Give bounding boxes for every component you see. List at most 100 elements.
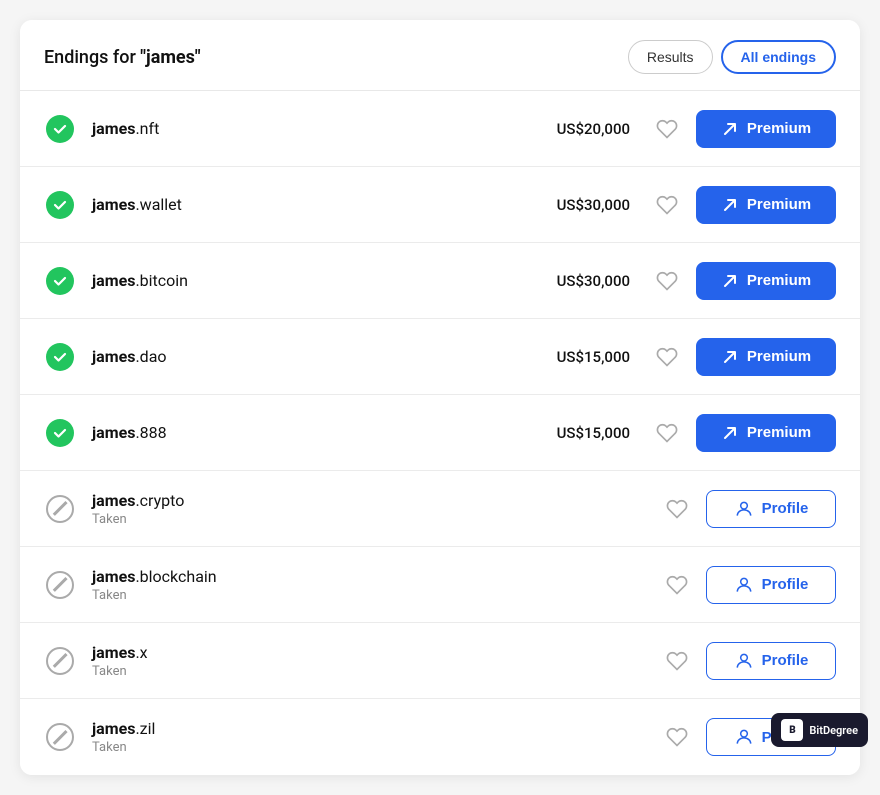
- domain-full-name: james.wallet: [92, 195, 520, 214]
- favorite-button[interactable]: [650, 264, 684, 298]
- domain-base: james: [92, 119, 135, 138]
- profile-button[interactable]: Profile: [706, 642, 836, 680]
- header-actions: Results All endings: [628, 40, 836, 74]
- domain-ext: .wallet: [135, 195, 181, 214]
- domain-name-wrap: james.bitcoin: [92, 271, 520, 290]
- domain-ext: .x: [135, 643, 147, 662]
- favorite-button[interactable]: [660, 720, 694, 754]
- available-icon: [44, 341, 76, 373]
- domain-base: james: [92, 423, 135, 442]
- premium-label: Premium: [747, 424, 811, 441]
- favorite-button[interactable]: [650, 340, 684, 374]
- premium-button[interactable]: Premium: [696, 110, 836, 148]
- page-title: Endings for "james": [44, 47, 201, 68]
- bitdegree-logo: B: [781, 719, 803, 741]
- arrow-up-right-icon: [721, 120, 739, 138]
- favorite-button[interactable]: [650, 112, 684, 146]
- domain-price: US$15,000: [520, 348, 630, 366]
- user-icon: [734, 651, 754, 671]
- domain-full-name: james.zil: [92, 719, 530, 738]
- domain-name-wrap: james.nft: [92, 119, 520, 138]
- domain-row: james.x Taken Profile: [20, 623, 860, 699]
- profile-button[interactable]: Profile: [706, 566, 836, 604]
- user-icon: [734, 575, 754, 595]
- domain-price: US$30,000: [520, 196, 630, 214]
- taken-icon: [44, 721, 76, 753]
- domain-full-name: james.blockchain: [92, 567, 530, 586]
- profile-button[interactable]: Profile: [706, 490, 836, 528]
- premium-label: Premium: [747, 196, 811, 213]
- domain-base: james: [92, 719, 135, 738]
- available-icon: [44, 417, 76, 449]
- main-container: Endings for "james" Results All endings …: [20, 20, 860, 775]
- domain-row: james.walletUS$30,000 Premium: [20, 167, 860, 243]
- arrow-up-right-icon: [721, 272, 739, 290]
- domain-name-wrap: james.zil Taken: [92, 719, 530, 755]
- domain-full-name: james.nft: [92, 119, 520, 138]
- available-icon: [44, 265, 76, 297]
- domain-ext: .dao: [135, 347, 166, 366]
- favorite-button[interactable]: [660, 492, 694, 526]
- domain-ext: .nft: [135, 119, 159, 138]
- premium-button[interactable]: Premium: [696, 186, 836, 224]
- favorite-button[interactable]: [650, 188, 684, 222]
- domain-name-wrap: james.blockchain Taken: [92, 567, 530, 603]
- premium-button[interactable]: Premium: [696, 338, 836, 376]
- premium-label: Premium: [747, 120, 811, 137]
- domain-status-label: Taken: [92, 512, 530, 527]
- available-icon: [44, 113, 76, 145]
- favorite-button[interactable]: [660, 568, 694, 602]
- arrow-up-right-icon: [721, 348, 739, 366]
- favorite-button[interactable]: [650, 416, 684, 450]
- profile-label: Profile: [762, 576, 809, 593]
- domain-row: james.nftUS$20,000 Premium: [20, 91, 860, 167]
- taken-icon: [44, 493, 76, 525]
- domain-price: US$20,000: [520, 120, 630, 138]
- profile-label: Profile: [762, 652, 809, 669]
- domain-row: james.daoUS$15,000 Premium: [20, 319, 860, 395]
- premium-button[interactable]: Premium: [696, 414, 836, 452]
- page-header: Endings for "james" Results All endings: [20, 20, 860, 90]
- domain-name-wrap: james.crypto Taken: [92, 491, 530, 527]
- profile-label: Profile: [762, 500, 809, 517]
- arrow-up-right-icon: [721, 196, 739, 214]
- domain-full-name: james.x: [92, 643, 530, 662]
- domain-name-wrap: james.wallet: [92, 195, 520, 214]
- user-icon: [734, 499, 754, 519]
- domain-ext: .blockchain: [135, 567, 216, 586]
- domain-price: US$15,000: [520, 424, 630, 442]
- domain-base: james: [92, 195, 135, 214]
- domain-row: james.crypto Taken Profile: [20, 471, 860, 547]
- domain-price: US$30,000: [520, 272, 630, 290]
- domain-full-name: james.bitcoin: [92, 271, 520, 290]
- domain-full-name: james.888: [92, 423, 520, 442]
- bitdegree-badge: B BitDegree: [771, 713, 868, 747]
- domain-name-wrap: james.x Taken: [92, 643, 530, 679]
- domain-list: james.nftUS$20,000 Premium james.walletU…: [20, 90, 860, 775]
- domain-ext: .bitcoin: [135, 271, 188, 290]
- domain-full-name: james.dao: [92, 347, 520, 366]
- all-endings-button[interactable]: All endings: [721, 40, 836, 74]
- taken-icon: [44, 569, 76, 601]
- premium-label: Premium: [747, 272, 811, 289]
- domain-full-name: james.crypto: [92, 491, 530, 510]
- available-icon: [44, 189, 76, 221]
- premium-label: Premium: [747, 348, 811, 365]
- bitdegree-label: BitDegree: [809, 724, 858, 737]
- domain-status-label: Taken: [92, 664, 530, 679]
- domain-base: james: [92, 567, 135, 586]
- domain-status-label: Taken: [92, 588, 530, 603]
- domain-base: james: [92, 491, 135, 510]
- domain-ext: .zil: [135, 719, 155, 738]
- domain-name-wrap: james.dao: [92, 347, 520, 366]
- domain-row: james.bitcoinUS$30,000 Premium: [20, 243, 860, 319]
- favorite-button[interactable]: [660, 644, 694, 678]
- results-button[interactable]: Results: [628, 40, 713, 74]
- domain-row: james.blockchain Taken Profile: [20, 547, 860, 623]
- domain-base: james: [92, 347, 135, 366]
- taken-icon: [44, 645, 76, 677]
- premium-button[interactable]: Premium: [696, 262, 836, 300]
- domain-row: james.888US$15,000 Premium: [20, 395, 860, 471]
- user-icon: [734, 727, 754, 747]
- domain-status-label: Taken: [92, 740, 530, 755]
